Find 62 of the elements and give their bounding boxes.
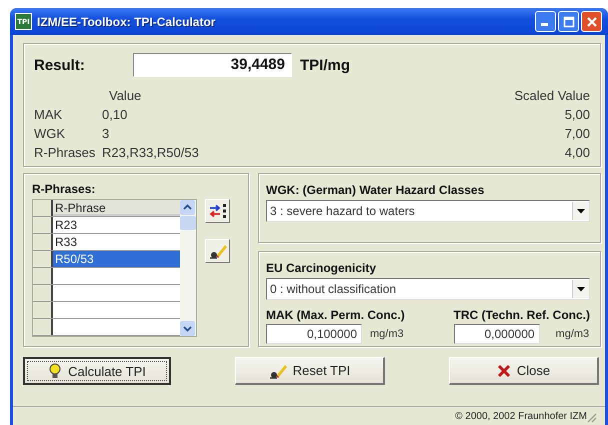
row-header (33, 234, 53, 250)
result-unit: TPI/mg (300, 56, 350, 74)
arrows-icon (208, 203, 226, 219)
scroll-up-icon[interactable] (180, 200, 195, 215)
panel-title: R-Phrases: (32, 182, 96, 196)
scrollbar[interactable] (180, 200, 196, 336)
scroll-thumb[interactable] (180, 216, 196, 230)
wgk-dropdown[interactable]: 3 : severe hazard to waters (266, 200, 590, 222)
dropdown-arrow-icon (577, 208, 585, 214)
window-title: IZM/EE-Toolbox: TPI-Calculator (37, 14, 216, 28)
field-label: TRC (Techn. Ref. Conc.) (454, 308, 590, 322)
value-text: 3 (101, 126, 110, 141)
minimize-button[interactable] (535, 11, 556, 32)
close-window-button[interactable] (581, 11, 602, 32)
row-header (33, 319, 53, 335)
dropdown-arrow-icon (577, 286, 585, 292)
input-field[interactable]: 0,000000 (454, 324, 540, 344)
row-header (33, 217, 53, 233)
unit-label: mg/m3 (556, 328, 590, 340)
maximize-button[interactable] (558, 11, 579, 32)
add-phrase-button[interactable] (205, 199, 230, 223)
reset-button[interactable]: Reset TPI (235, 357, 385, 385)
row-header (33, 200, 53, 216)
row-label: WGK (34, 126, 66, 141)
table-cell[interactable]: R23 (53, 217, 180, 233)
column-header: R-Phrase (53, 200, 180, 216)
scaled-value: 7,00 (564, 126, 590, 141)
row-header (33, 285, 53, 301)
panel-title: EU Carcinogenicity (266, 261, 378, 275)
row-label: R-Phrases (34, 145, 96, 160)
close-icon (586, 16, 598, 28)
close-button[interactable]: Close (449, 357, 599, 385)
scaled-value: 5,00 (564, 107, 590, 122)
resize-grip-icon[interactable] (585, 411, 597, 423)
calculate-button[interactable]: Calculate TPI (23, 357, 171, 385)
eu-dropdown[interactable]: 0 : without classification (266, 278, 590, 300)
scroll-down-icon[interactable] (180, 321, 195, 336)
copyright-text: © 2000, 2002 Fraunhofer IZM (455, 410, 587, 422)
column-header: Value (108, 88, 142, 103)
row-header (33, 268, 53, 284)
row-header (33, 302, 53, 318)
row-header (33, 251, 53, 267)
table-cell[interactable]: R50/53 (53, 251, 180, 267)
close-icon (496, 364, 511, 378)
panel-title: WGK: (German) Water Hazard Classes (266, 183, 486, 197)
column-header: Scaled Value (514, 88, 590, 103)
row-label: MAK (34, 107, 64, 122)
value-text: 0,10 (101, 107, 128, 122)
minimize-icon (540, 23, 548, 26)
maximize-icon (562, 16, 574, 28)
eraser-icon (208, 243, 226, 259)
unit-label: mg/m3 (370, 328, 404, 340)
field-label: MAK (Max. Perm. Conc.) (266, 308, 405, 322)
eraser-icon (268, 362, 287, 378)
result-field: 39,4489 (133, 53, 292, 77)
clear-phrases-button[interactable] (205, 239, 230, 263)
lightbulb-icon (48, 363, 62, 379)
value-text: R23,R33,R50/53 (101, 145, 200, 160)
scaled-value: 4,00 (564, 145, 590, 160)
result-label: Result: (34, 56, 86, 74)
input-field[interactable]: 0,100000 (266, 324, 362, 344)
table-cell[interactable]: R33 (53, 234, 180, 250)
